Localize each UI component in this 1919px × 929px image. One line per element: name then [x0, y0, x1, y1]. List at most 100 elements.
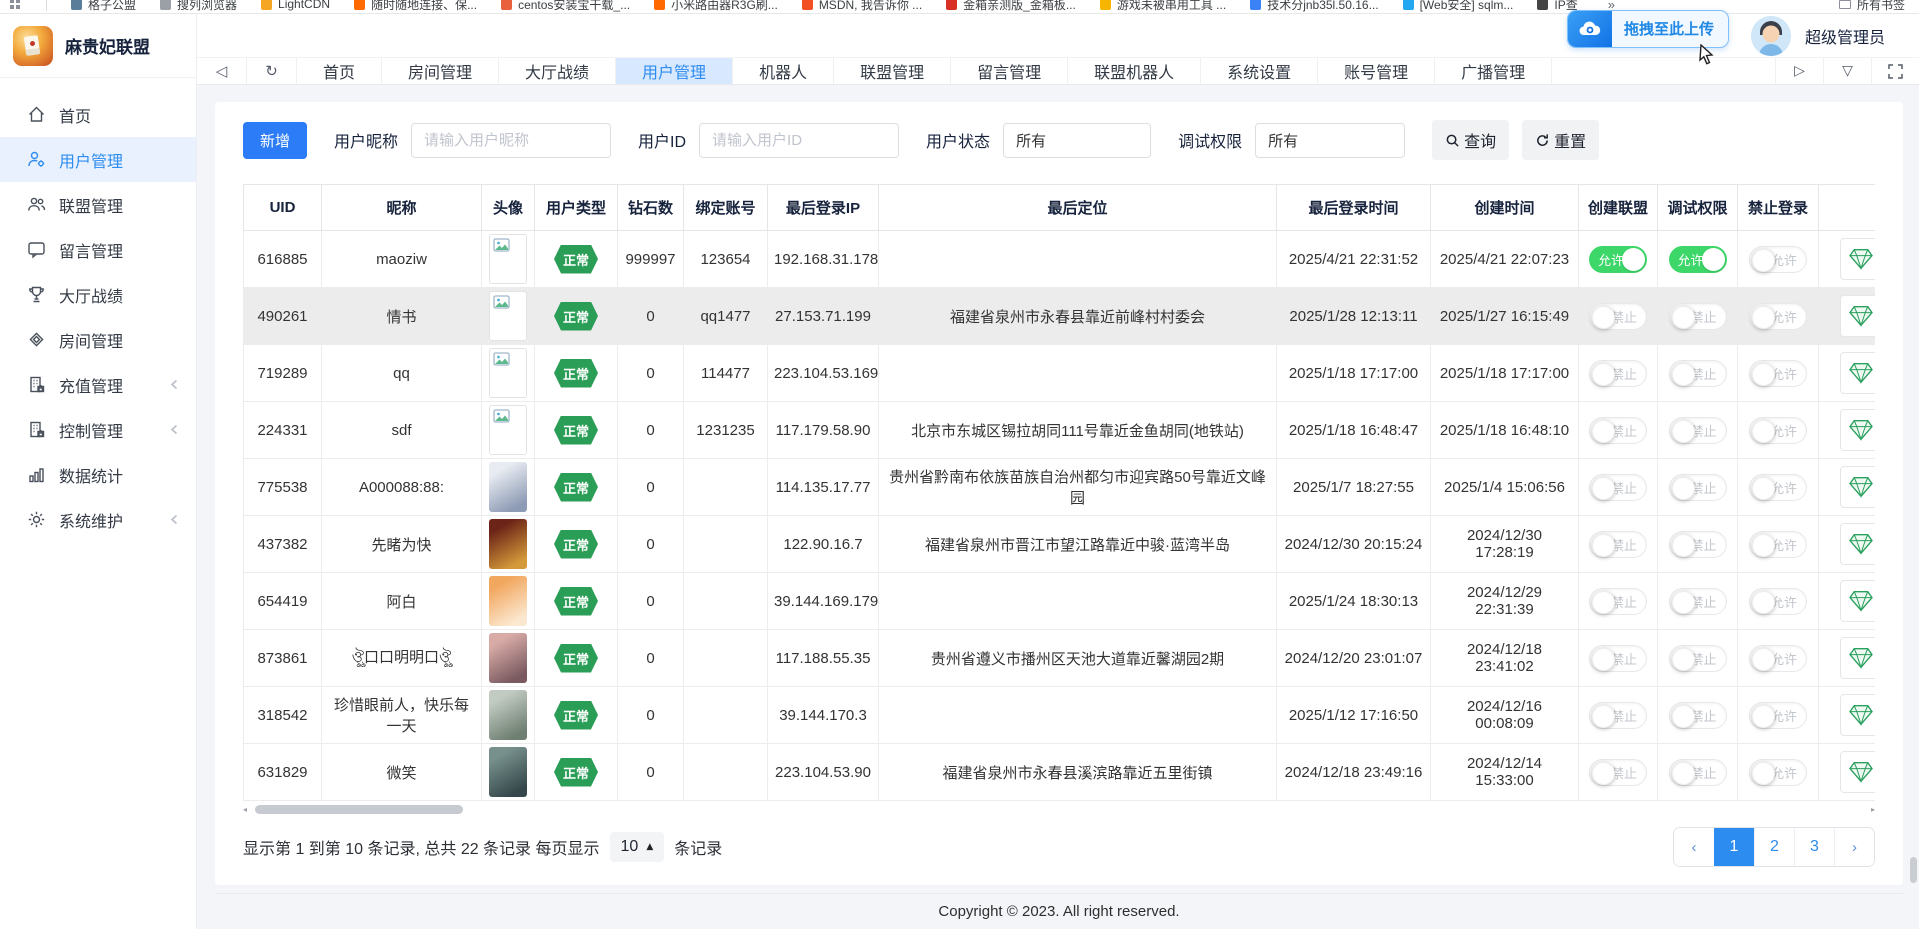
vertical-scrollbar-thumb[interactable] [1910, 857, 1917, 883]
gem-action-button[interactable] [1840, 238, 1876, 280]
debug-permission-toggle[interactable]: 允许 [1669, 246, 1727, 273]
ban-login-toggle[interactable]: 允许 [1749, 645, 1807, 672]
create-union-toggle[interactable]: 禁止 [1589, 360, 1647, 387]
tab-10[interactable]: 账号管理 [1318, 58, 1435, 84]
tab-refresh-button[interactable]: ↻ [247, 58, 297, 84]
sidebar-item-2[interactable]: 用户管理 [0, 137, 196, 182]
gem-action-button[interactable] [1840, 352, 1876, 394]
gem-action-button[interactable] [1840, 637, 1876, 679]
tab-forward-button[interactable]: ▷ [1775, 58, 1823, 84]
sidebar-item-9[interactable]: 数据统计 [0, 452, 196, 497]
sidebar-item-1[interactable]: 首页 [0, 92, 196, 137]
page-size-select[interactable]: 10 ▲ [610, 832, 665, 862]
reset-button[interactable]: 重置 [1522, 120, 1599, 160]
tab-back-button[interactable]: ◁ [197, 58, 247, 84]
ban-login-toggle[interactable]: 允许 [1749, 531, 1807, 558]
scroll-right-arrow[interactable]: ▸ [1865, 805, 1875, 814]
debug-permission-toggle[interactable]: 禁止 [1669, 531, 1727, 558]
debug-permission-toggle[interactable]: 禁止 [1669, 474, 1727, 501]
tab-11[interactable]: 广播管理 [1435, 58, 1552, 84]
create-union-toggle[interactable]: 禁止 [1589, 702, 1647, 729]
user-avatar[interactable] [1751, 16, 1791, 56]
bookmark-item[interactable]: 金箱亲测版_金箱板... [946, 0, 1076, 13]
gem-action-button[interactable] [1840, 466, 1876, 508]
tab-8[interactable]: 联盟机器人 [1068, 58, 1201, 84]
debug-select[interactable]: 所有 [1255, 123, 1405, 158]
tab-3[interactable]: 大厅战绩 [499, 58, 616, 84]
avatar[interactable] [489, 348, 527, 398]
debug-permission-toggle[interactable]: 禁止 [1669, 702, 1727, 729]
avatar[interactable] [489, 747, 527, 797]
create-union-toggle[interactable]: 禁止 [1589, 531, 1647, 558]
debug-permission-toggle[interactable]: 禁止 [1669, 588, 1727, 615]
userid-input[interactable] [699, 123, 899, 158]
create-union-toggle[interactable]: 禁止 [1589, 417, 1647, 444]
netdisk-upload-badge[interactable]: 拖拽至此上传 [1567, 10, 1729, 48]
tab-9[interactable]: 系统设置 [1201, 58, 1318, 84]
fullscreen-button[interactable] [1871, 58, 1919, 84]
sidebar-item-6[interactable]: 房间管理 [0, 317, 196, 362]
all-bookmarks-button[interactable]: 所有书签 [1839, 0, 1905, 13]
create-union-toggle[interactable]: 禁止 [1589, 759, 1647, 786]
tab-2[interactable]: 房间管理 [382, 58, 499, 84]
avatar[interactable] [489, 405, 527, 455]
tab-5[interactable]: 机器人 [733, 58, 834, 84]
sidebar-item-3[interactable]: 联盟管理 [0, 182, 196, 227]
bookmark-item[interactable]: centos安装宝干载_... [501, 0, 630, 13]
avatar[interactable] [489, 690, 527, 740]
tab-dropdown-button[interactable]: ▽ [1823, 58, 1871, 84]
prev-page-button[interactable]: ‹ [1674, 828, 1714, 866]
bookmark-item[interactable]: 技术分jnb35l.50.16... [1250, 0, 1378, 13]
scrollbar-track[interactable] [253, 805, 1865, 814]
ban-login-toggle[interactable]: 允许 [1749, 246, 1807, 273]
scroll-left-arrow[interactable]: ◂ [243, 805, 253, 814]
avatar[interactable] [489, 462, 527, 512]
sidebar-item-4[interactable]: 留言管理 [0, 227, 196, 272]
ban-login-toggle[interactable]: 允许 [1749, 702, 1807, 729]
avatar[interactable] [489, 519, 527, 569]
horizontal-scrollbar[interactable]: ◂ ▸ [243, 804, 1875, 814]
bookmark-item[interactable]: 格子公盟 [71, 0, 136, 13]
gem-action-button[interactable] [1840, 295, 1876, 337]
debug-permission-toggle[interactable]: 禁止 [1669, 360, 1727, 387]
bookmark-item[interactable]: [Web安全] sqlm... [1403, 0, 1514, 13]
create-union-toggle[interactable]: 禁止 [1589, 588, 1647, 615]
debug-permission-toggle[interactable]: 禁止 [1669, 417, 1727, 444]
ban-login-toggle[interactable]: 允许 [1749, 474, 1807, 501]
sidebar-item-5[interactable]: 大厅战绩 [0, 272, 196, 317]
bookmark-item[interactable]: 小米路由器R3G刷... [654, 0, 778, 13]
apps-grid-icon[interactable] [10, 0, 20, 9]
tab-6[interactable]: 联盟管理 [834, 58, 951, 84]
gem-action-button[interactable] [1840, 694, 1876, 736]
gem-action-button[interactable] [1840, 751, 1876, 793]
ban-login-toggle[interactable]: 允许 [1749, 759, 1807, 786]
create-union-toggle[interactable]: 禁止 [1589, 474, 1647, 501]
gem-action-button[interactable] [1840, 580, 1876, 622]
sidebar-item-7[interactable]: 充值管理 [0, 362, 196, 407]
bookmark-item[interactable]: LightCDN [261, 0, 330, 11]
nickname-input[interactable] [411, 123, 611, 158]
avatar[interactable] [489, 234, 527, 284]
page-button-2[interactable]: 2 [1754, 828, 1794, 866]
debug-permission-toggle[interactable]: 禁止 [1669, 303, 1727, 330]
create-union-toggle[interactable]: 禁止 [1589, 303, 1647, 330]
ban-login-toggle[interactable]: 允许 [1749, 303, 1807, 330]
tab-4[interactable]: 用户管理 [616, 58, 733, 84]
sidebar-item-8[interactable]: 控制管理 [0, 407, 196, 452]
debug-permission-toggle[interactable]: 禁止 [1669, 645, 1727, 672]
avatar[interactable] [489, 291, 527, 341]
ban-login-toggle[interactable]: 允许 [1749, 360, 1807, 387]
tab-7[interactable]: 留言管理 [951, 58, 1068, 84]
gem-action-button[interactable] [1840, 523, 1876, 565]
create-union-toggle[interactable]: 禁止 [1589, 645, 1647, 672]
debug-permission-toggle[interactable]: 禁止 [1669, 759, 1727, 786]
bookmark-item[interactable]: 游戏未被串用工具 ... [1100, 0, 1226, 13]
bookmark-item[interactable]: 随时随地连接、保... [354, 0, 477, 13]
sidebar-item-10[interactable]: 系统维护 [0, 497, 196, 542]
ban-login-toggle[interactable]: 允许 [1749, 417, 1807, 444]
ban-login-toggle[interactable]: 允许 [1749, 588, 1807, 615]
bookmark-item[interactable]: MSDN, 我告诉你 ... [802, 0, 922, 13]
scrollbar-thumb[interactable] [255, 805, 463, 814]
search-button[interactable]: 查询 [1432, 120, 1509, 160]
page-button-1[interactable]: 1 [1714, 828, 1754, 866]
